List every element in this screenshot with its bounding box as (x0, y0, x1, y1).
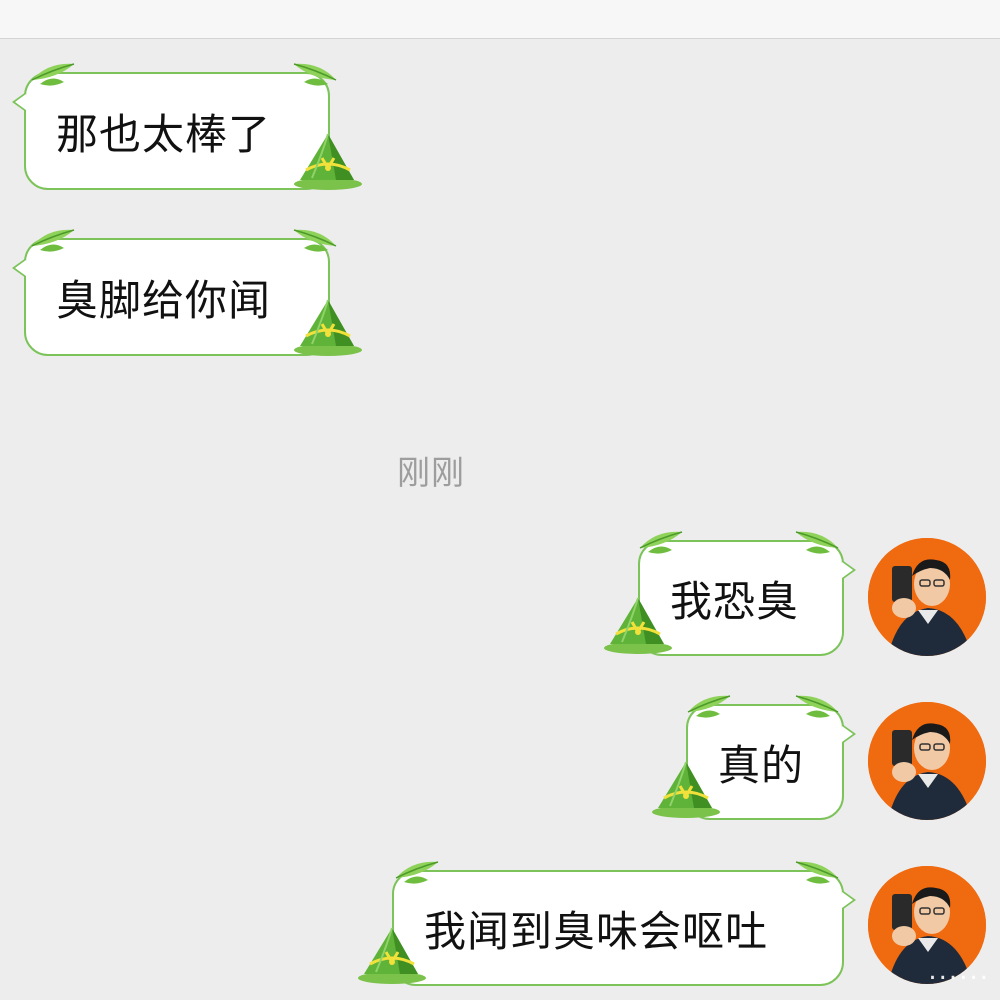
message-bubble[interactable]: 那也太棒了 (12, 72, 330, 190)
bubble-tail (12, 258, 26, 278)
bamboo-leaf-icon (30, 58, 80, 88)
message-text: 我恐臭 (670, 576, 800, 626)
top-bar (0, 0, 1000, 39)
bubble-tail (842, 724, 856, 744)
bamboo-leaf-icon (288, 58, 338, 88)
bamboo-leaf-icon (30, 224, 80, 254)
message-text: 我闻到臭味会呕吐 (424, 906, 769, 956)
bamboo-leaf-icon (790, 526, 840, 556)
zongzi-icon (356, 922, 428, 986)
bubble-tail (12, 92, 26, 112)
bamboo-leaf-icon (288, 224, 338, 254)
message-text: 那也太棒了 (56, 109, 272, 159)
timestamp: 刚刚 (397, 453, 465, 492)
bamboo-leaf-icon (790, 856, 840, 886)
bubble-tail (842, 560, 856, 580)
avatar[interactable] (868, 702, 986, 820)
message-text: 臭脚给你闻 (56, 275, 272, 325)
bamboo-leaf-icon (394, 856, 444, 886)
avatar[interactable] (868, 538, 986, 656)
zongzi-icon (650, 756, 722, 820)
message-bubble[interactable]: 臭脚给你闻 (12, 238, 330, 356)
bubble-tail (842, 890, 856, 910)
bamboo-leaf-icon (790, 690, 840, 720)
message-bubble[interactable]: 我闻到臭味会呕吐 (392, 870, 856, 986)
zongzi-icon (292, 128, 364, 192)
zongzi-icon (602, 592, 674, 656)
bamboo-leaf-icon (686, 690, 736, 720)
message-text: 真的 (718, 740, 805, 790)
zongzi-icon (292, 294, 364, 358)
bamboo-leaf-icon (638, 526, 688, 556)
watermark: ...... (928, 956, 990, 986)
